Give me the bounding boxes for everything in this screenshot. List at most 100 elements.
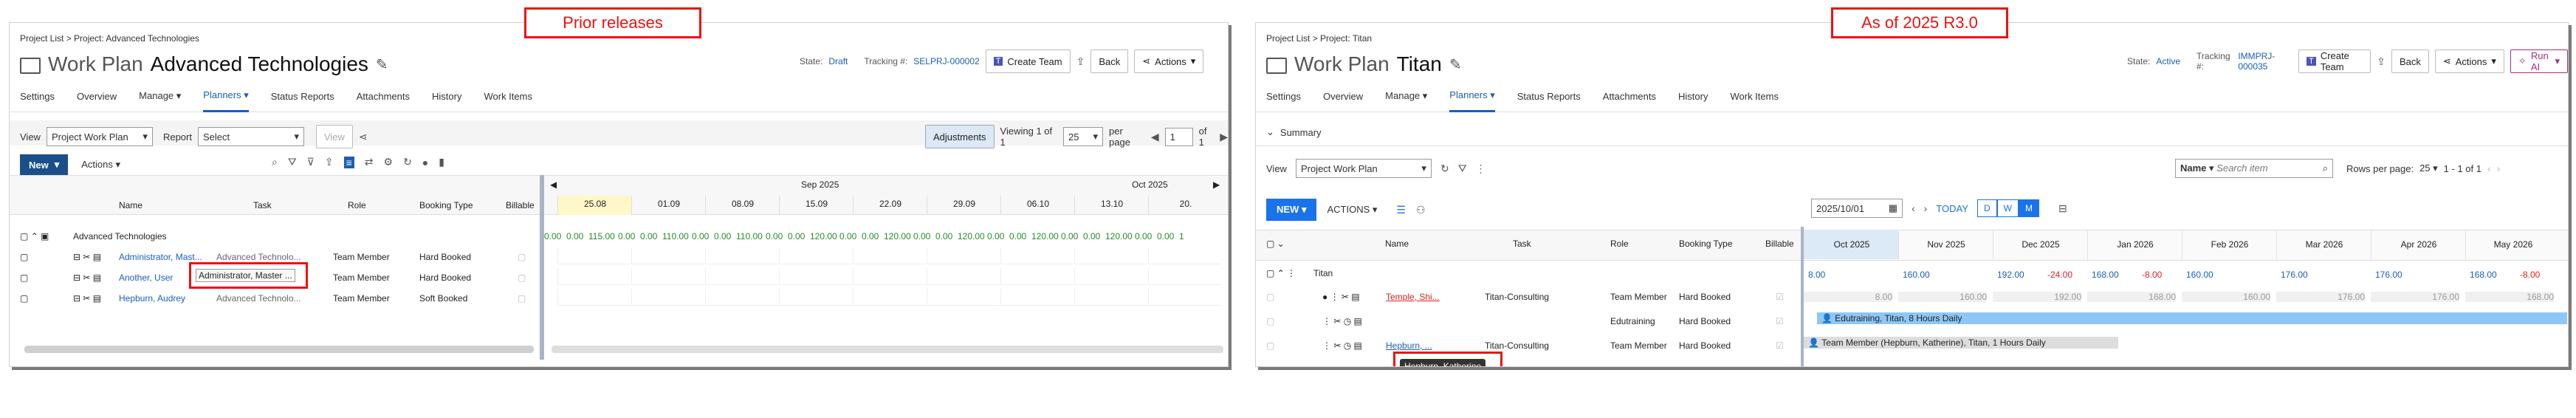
timeline-cell[interactable] bbox=[779, 247, 852, 264]
resource-name-link[interactable]: Hepburn, Audrey bbox=[119, 293, 215, 304]
group-icon[interactable]: ⚇ bbox=[1416, 204, 1426, 216]
timeline-cell[interactable] bbox=[1148, 247, 1221, 264]
billable-checkbox[interactable]: ☑ bbox=[1776, 292, 1784, 302]
row-icons[interactable]: ⊟ ✂ ▤ bbox=[73, 252, 101, 262]
run-ai-button[interactable]: ✧ Run AI ▾ bbox=[2510, 49, 2568, 73]
tab-work-items[interactable]: Work Items bbox=[484, 82, 532, 111]
search-input[interactable]: Name ▾ Search item ⌕ bbox=[2175, 159, 2333, 178]
booking-bar-team-member[interactable]: 👤 Team Member (Hepburn, Katherine), Tita… bbox=[1804, 337, 2118, 349]
filter-icon[interactable]: ⛛ bbox=[1458, 162, 1467, 175]
row-icons[interactable]: ⊟ ✂ ▤ bbox=[73, 293, 101, 304]
scroll-right-icon[interactable]: ▶ bbox=[1213, 179, 1220, 190]
col-name[interactable]: Name bbox=[119, 200, 142, 210]
resource-name-link[interactable]: Administrator, Mast... bbox=[119, 252, 215, 262]
timeline-cell[interactable] bbox=[631, 289, 704, 306]
share-icon[interactable]: ⋖ bbox=[359, 131, 368, 143]
row-icons[interactable]: ● ⋮ ✂ ▤ bbox=[1322, 292, 1360, 302]
row-checkbox[interactable]: ▢ bbox=[1266, 292, 1274, 302]
row-checkbox[interactable]: ▢ bbox=[1266, 316, 1274, 326]
edit-pencil-icon[interactable]: ✎ bbox=[1449, 55, 1462, 74]
edit-pencil-icon[interactable]: ✎ bbox=[376, 55, 388, 74]
tab-attachments[interactable]: Attachments bbox=[1603, 82, 1656, 111]
help-icon[interactable]: ● bbox=[422, 157, 428, 168]
today-button[interactable]: TODAY bbox=[1936, 203, 1968, 214]
tab-status-reports[interactable]: Status Reports bbox=[1517, 82, 1581, 111]
timeline-cell[interactable] bbox=[631, 247, 704, 264]
tab-manage[interactable]: Manage ▾ bbox=[1385, 81, 1427, 111]
tab-settings[interactable]: Settings bbox=[20, 82, 55, 111]
timeline-cell[interactable] bbox=[927, 289, 1000, 306]
timeline-cell[interactable] bbox=[631, 268, 704, 285]
new-button[interactable]: NEW ▾ bbox=[1266, 199, 1317, 221]
billable-checkbox[interactable]: ☑ bbox=[1776, 340, 1784, 351]
new-button[interactable]: New ▾ bbox=[20, 154, 69, 175]
more-vertical-icon[interactable]: ⋮ bbox=[1475, 162, 1486, 175]
rows-per-page-select[interactable]: 25 ▾ bbox=[2419, 162, 2438, 174]
timeline-cell[interactable] bbox=[705, 268, 778, 285]
row-checkbox[interactable]: ▢ bbox=[20, 252, 28, 262]
timeline-cell[interactable] bbox=[705, 289, 778, 306]
timeline-cell[interactable] bbox=[853, 289, 926, 306]
report-select[interactable]: Select ▾ bbox=[197, 127, 304, 146]
timeline-cell[interactable] bbox=[705, 247, 778, 264]
actions-menu[interactable]: Actions ▾ bbox=[81, 159, 120, 171]
col-billable[interactable]: Billable bbox=[1765, 239, 1794, 249]
billable-checkbox[interactable]: ☑ bbox=[1776, 316, 1784, 326]
tab-manage[interactable]: Manage ▾ bbox=[139, 81, 181, 111]
breadcrumb[interactable]: Project List > Project: Advanced Technol… bbox=[20, 33, 199, 44]
actions-button[interactable]: ⋖ Actions ▾ bbox=[2434, 49, 2504, 73]
export-icon[interactable]: ⇪ bbox=[2377, 55, 2386, 68]
select-all-checkbox[interactable]: ▢ ⌄ bbox=[1266, 239, 1285, 249]
tab-planners[interactable]: Planners ▾ bbox=[203, 80, 249, 112]
tab-overview[interactable]: Overview bbox=[77, 82, 117, 111]
scale-week[interactable]: W bbox=[1996, 199, 2019, 217]
timeline-cell[interactable] bbox=[853, 268, 926, 285]
create-team-button[interactable]: T Create Team bbox=[2298, 49, 2371, 73]
chart-icon[interactable]: ▮ bbox=[439, 156, 444, 168]
back-button[interactable]: Back bbox=[1090, 49, 1129, 73]
tab-attachments[interactable]: Attachments bbox=[357, 82, 410, 111]
export-icon[interactable]: ⇪ bbox=[325, 156, 334, 168]
list-view-icon[interactable]: ≡ bbox=[343, 156, 354, 168]
refresh-icon[interactable]: ↻ bbox=[403, 156, 412, 168]
actions-button[interactable]: ⋖ Actions ▾ bbox=[1134, 49, 1204, 73]
timeline-cell[interactable] bbox=[779, 289, 852, 306]
billable-checkbox[interactable]: ▢ bbox=[518, 252, 526, 262]
timeline-cell[interactable] bbox=[853, 247, 926, 264]
splitter[interactable] bbox=[540, 175, 544, 360]
col-task[interactable]: Task bbox=[1513, 239, 1531, 249]
booking-bar-edutraining[interactable]: 👤 Edutraining, Titan, 8 Hours Daily bbox=[1817, 312, 2567, 324]
row-checkbox[interactable]: ▢ bbox=[20, 293, 28, 304]
timeline-cell[interactable] bbox=[927, 247, 1000, 264]
timeline-cell[interactable] bbox=[1074, 247, 1147, 264]
billable-checkbox[interactable]: ▢ bbox=[518, 273, 526, 283]
resource-name-link[interactable]: Hepburn, ... bbox=[1386, 340, 1452, 351]
scale-month[interactable]: M bbox=[2018, 199, 2039, 217]
timeline-cell[interactable] bbox=[557, 268, 631, 285]
timeline-cell[interactable] bbox=[927, 268, 1000, 285]
view-select[interactable]: Project Work Plan ▾ bbox=[1295, 159, 1432, 178]
tab-overview[interactable]: Overview bbox=[1323, 82, 1363, 111]
create-team-button[interactable]: T Create Team bbox=[985, 49, 1071, 73]
scroll-left-icon[interactable]: ◀ bbox=[550, 179, 557, 190]
export-icon[interactable]: ⇪ bbox=[1076, 55, 1085, 68]
col-task[interactable]: Task bbox=[253, 200, 272, 210]
expand-icon[interactable]: ▢ ⌃ ▣ bbox=[20, 231, 49, 241]
col-booking-type[interactable]: Booking Type bbox=[1679, 239, 1733, 249]
timeline-cell[interactable] bbox=[1074, 268, 1147, 285]
prev-period-icon[interactable]: ‹ bbox=[1912, 202, 1915, 214]
resource-name-link[interactable]: Temple, Shi... bbox=[1386, 292, 1452, 302]
col-role[interactable]: Role bbox=[1610, 239, 1629, 249]
next-period-icon[interactable]: › bbox=[1924, 202, 1928, 214]
timeline-cell[interactable] bbox=[1148, 268, 1221, 285]
horizontal-scrollbar[interactable] bbox=[24, 346, 534, 353]
row-checkbox[interactable]: ▢ bbox=[1266, 340, 1274, 351]
page-input[interactable]: 1 bbox=[1164, 127, 1193, 146]
col-name[interactable]: Name bbox=[1385, 239, 1409, 249]
col-booking-type[interactable]: Booking Type bbox=[419, 200, 473, 210]
prev-page-icon[interactable]: ‹ bbox=[2487, 162, 2491, 174]
breadcrumb[interactable]: Project List > Project: Titan bbox=[1266, 33, 1372, 44]
actions-menu[interactable]: ACTIONS ▾ bbox=[1327, 204, 1377, 216]
row-icons[interactable]: ⊟ ✂ ▤ bbox=[73, 273, 101, 283]
view-button[interactable]: View bbox=[315, 125, 353, 148]
